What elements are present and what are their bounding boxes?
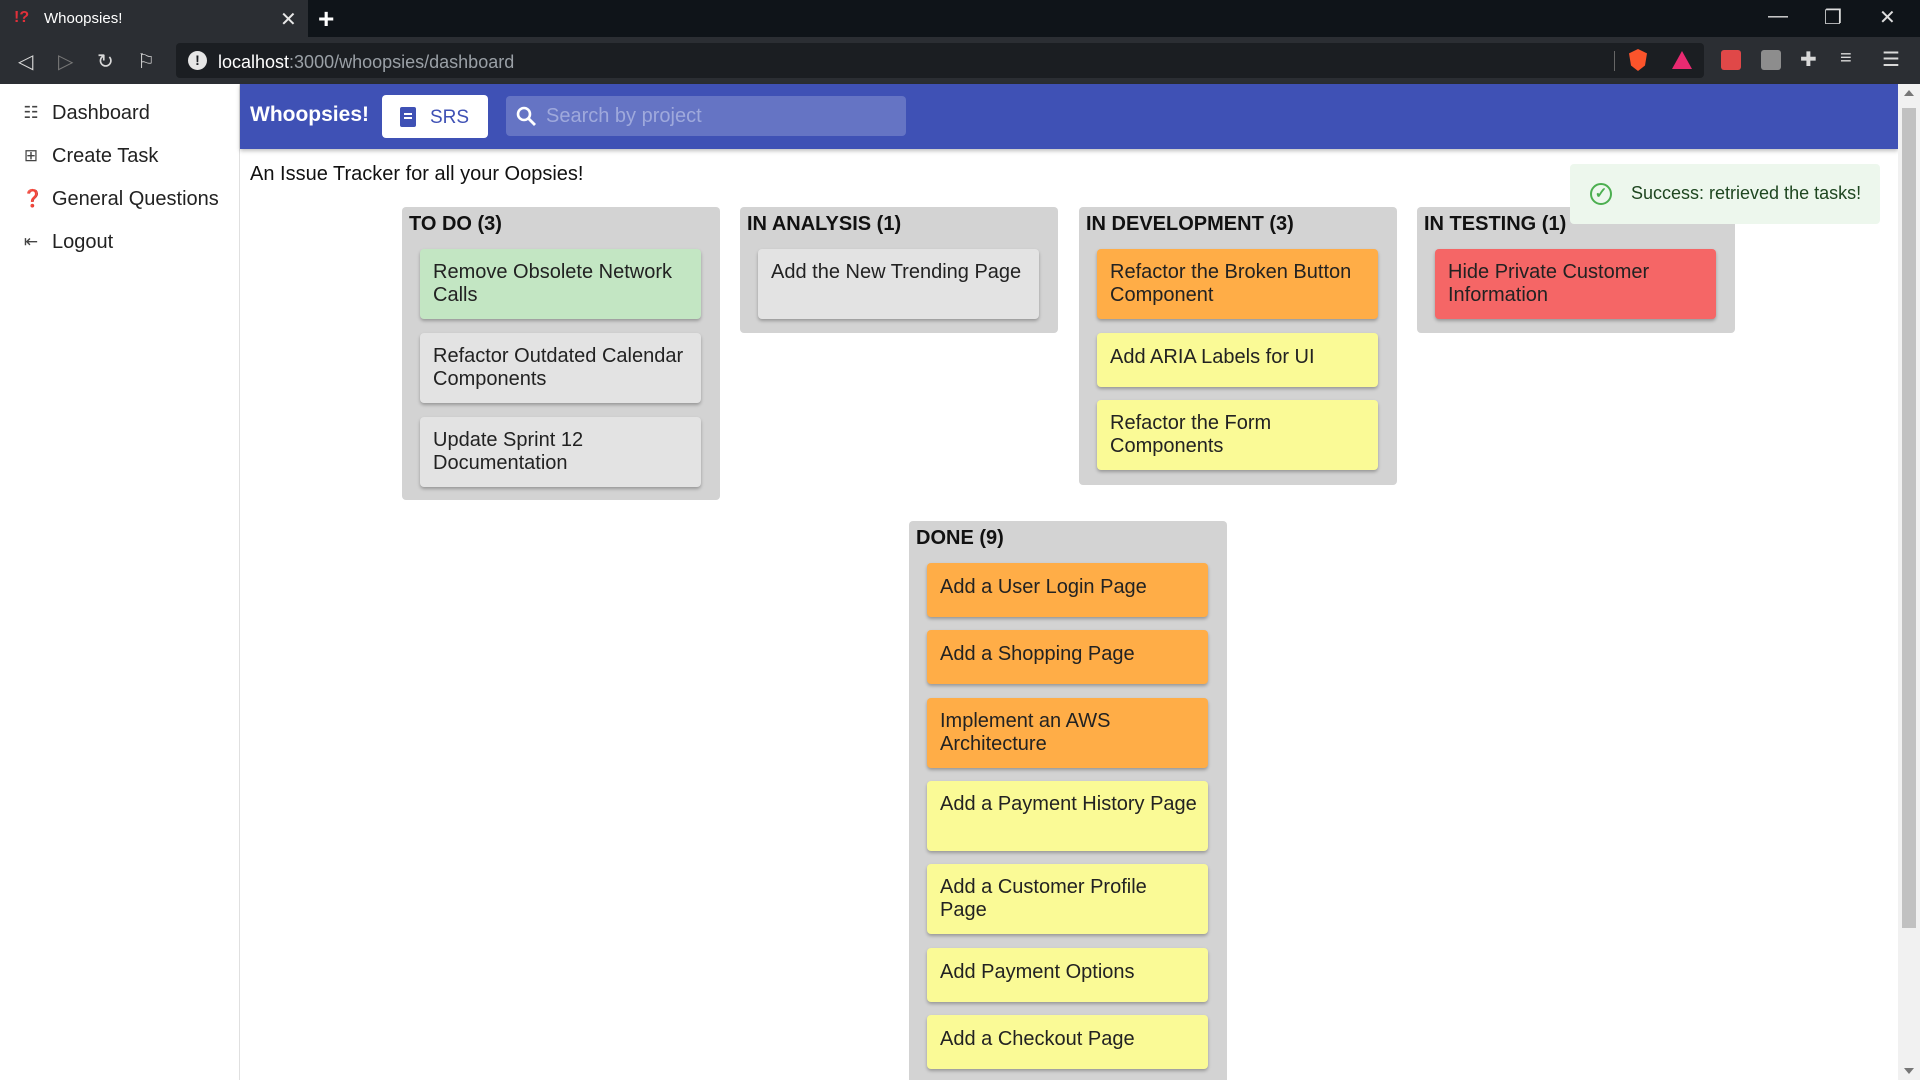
task-title: Add ARIA Labels for UI (1110, 346, 1315, 368)
task-title: Add the New Trending Page (771, 261, 1022, 283)
task-card[interactable]: Add a Shopping Page (927, 630, 1208, 684)
task-title: Refactor the Form Components (1110, 412, 1272, 457)
sidebar-item-logout[interactable]: ⇤ Logout (0, 224, 240, 264)
scroll-down-icon[interactable] (1904, 1068, 1914, 1074)
site-info-icon[interactable]: ! (188, 51, 207, 70)
task-card[interactable]: Add Payment Options (927, 948, 1208, 1002)
task-card[interactable]: Implement an AWS Architecture (927, 698, 1208, 768)
task-title: Add Payment Options (940, 961, 1135, 983)
task-title: Hide Private Customer Information (1448, 261, 1650, 306)
task-card[interactable]: Remove Obsolete Network Calls (420, 249, 701, 319)
task-title: Add a Shopping Page (940, 643, 1135, 665)
srs-button[interactable]: SRS (382, 95, 488, 138)
srs-button-label: SRS (430, 107, 470, 128)
task-title: Update Sprint 12 Documentation (433, 429, 584, 474)
column-title: IN TESTING (1) (1424, 213, 1567, 235)
page-scrollbar[interactable] (1898, 84, 1920, 1080)
extension-icon[interactable] (1761, 50, 1781, 70)
task-title: Add a Payment History Page (940, 793, 1197, 815)
address-bar[interactable]: ! localhost:3000/whoopsies/dashboard (176, 43, 1704, 78)
browser-toolbar: ◁ ▷ ↻ ⚐ ! localhost:3000/whoopsies/dashb… (0, 37, 1920, 84)
search-box[interactable] (506, 96, 906, 136)
task-card[interactable]: Add a User Login Page (927, 563, 1208, 617)
column-in-analysis: IN ANALYSIS (1) Add the New Trending Pag… (740, 207, 1058, 333)
sidebar-item-create-task[interactable]: ⊞ Create Task (0, 138, 240, 178)
add-box-icon: ⊞ (23, 146, 39, 165)
task-card[interactable]: Add a Customer Profile Page (927, 864, 1208, 934)
column-title: DONE (9) (916, 527, 1004, 549)
back-icon[interactable]: ◁ (18, 49, 33, 74)
sidebar-item-label: Dashboard (52, 102, 150, 124)
forward-icon[interactable]: ▷ (58, 49, 73, 74)
task-card[interactable]: Hide Private Customer Information (1435, 249, 1716, 319)
help-circle-icon: ❓ (22, 189, 44, 208)
menu-icon[interactable]: ☰ (1882, 47, 1900, 72)
puzzle-icon[interactable]: ✚ (1800, 47, 1817, 72)
task-title: Refactor the Broken Button Component (1110, 261, 1352, 306)
new-tab-button[interactable]: + (318, 3, 334, 35)
task-card[interactable]: Refactor Outdated Calendar Components (420, 333, 701, 403)
task-card[interactable]: Update Sprint 12 Documentation (420, 417, 701, 487)
reload-icon[interactable]: ↻ (97, 49, 114, 74)
column-in-development: IN DEVELOPMENT (3) Refactor the Broken B… (1079, 207, 1397, 485)
column-title: IN ANALYSIS (1) (747, 213, 902, 235)
success-toast: ✓ Success: retrieved the tasks! (1570, 164, 1880, 224)
task-title: Add a Checkout Page (940, 1028, 1135, 1050)
sidebar-item-general-questions[interactable]: ❓ General Questions (0, 181, 240, 221)
tab-close-icon[interactable]: ✕ (280, 7, 297, 32)
tab-title: Whoopsies! (44, 10, 123, 27)
column-title: TO DO (3) (409, 213, 502, 235)
browser-tab-strip: !? Whoopsies! ✕ + — ❐ ✕ (0, 0, 1920, 37)
sidebar-item-label: Create Task (52, 145, 159, 167)
brave-rewards-icon[interactable] (1672, 51, 1692, 69)
task-title: Implement an AWS Architecture (940, 710, 1111, 755)
clipboard-icon (400, 107, 416, 127)
task-card[interactable]: Add a Payment History Page (927, 781, 1208, 851)
close-window-icon[interactable]: ✕ (1879, 5, 1896, 30)
list-icon: ☷ (23, 103, 39, 122)
page-tagline: An Issue Tracker for all your Oopsies! (250, 163, 584, 185)
app-favicon-icon: !? (14, 9, 30, 26)
column-title: IN DEVELOPMENT (3) (1086, 213, 1294, 235)
task-card[interactable]: Add the New Trending Page (758, 249, 1039, 319)
search-icon (516, 106, 536, 126)
check-circle-icon: ✓ (1590, 183, 1612, 205)
task-card[interactable]: Add a Checkout Page (927, 1015, 1208, 1069)
restore-icon[interactable]: ❐ (1824, 5, 1842, 30)
minimize-icon[interactable]: — (1768, 5, 1788, 28)
sidebar-item-label: Logout (52, 231, 114, 253)
sidebar-item-dashboard[interactable]: ☷ Dashboard (0, 95, 240, 135)
app-bar: Whoopsies! SRS (240, 84, 1898, 149)
task-card[interactable]: Refactor the Broken Button Component (1097, 249, 1378, 319)
column-in-testing: IN TESTING (1) Hide Private Customer Inf… (1417, 207, 1735, 333)
brave-shields-icon[interactable] (1629, 49, 1647, 71)
browser-tab[interactable]: !? Whoopsies! ✕ (0, 0, 308, 37)
url-separator (1614, 51, 1615, 71)
url-host: localhost (218, 52, 290, 72)
sidebar: ☷ Dashboard ⊞ Create Task ❓ General Ques… (0, 84, 240, 1080)
scroll-up-icon[interactable] (1904, 90, 1914, 96)
url-path: :3000/whoopsies/dashboard (289, 52, 515, 72)
task-title: Add a Customer Profile Page (940, 876, 1147, 921)
sidebar-item-label: General Questions (52, 188, 219, 210)
task-card[interactable]: Refactor the Form Components (1097, 400, 1378, 470)
extension-icon[interactable] (1721, 50, 1741, 70)
playlist-icon[interactable]: ≡ (1840, 47, 1852, 70)
task-title: Refactor Outdated Calendar Components (433, 345, 684, 390)
url-text[interactable]: localhost:3000/whoopsies/dashboard (218, 52, 514, 73)
task-card[interactable]: Add ARIA Labels for UI (1097, 333, 1378, 387)
column-done: DONE (9) Add a User Login Page Add a Sho… (909, 521, 1227, 1080)
scrollbar-thumb[interactable] (1902, 108, 1916, 928)
logout-icon: ⇤ (23, 232, 39, 251)
bookmark-icon[interactable]: ⚐ (137, 49, 155, 74)
task-title: Remove Obsolete Network Calls (433, 261, 672, 306)
task-title: Add a User Login Page (940, 576, 1147, 598)
search-input[interactable] (546, 96, 896, 136)
column-todo: TO DO (3) Remove Obsolete Network Calls … (402, 207, 720, 500)
app-title[interactable]: Whoopsies! (250, 103, 369, 127)
toast-message: Success: retrieved the tasks! (1631, 183, 1862, 203)
